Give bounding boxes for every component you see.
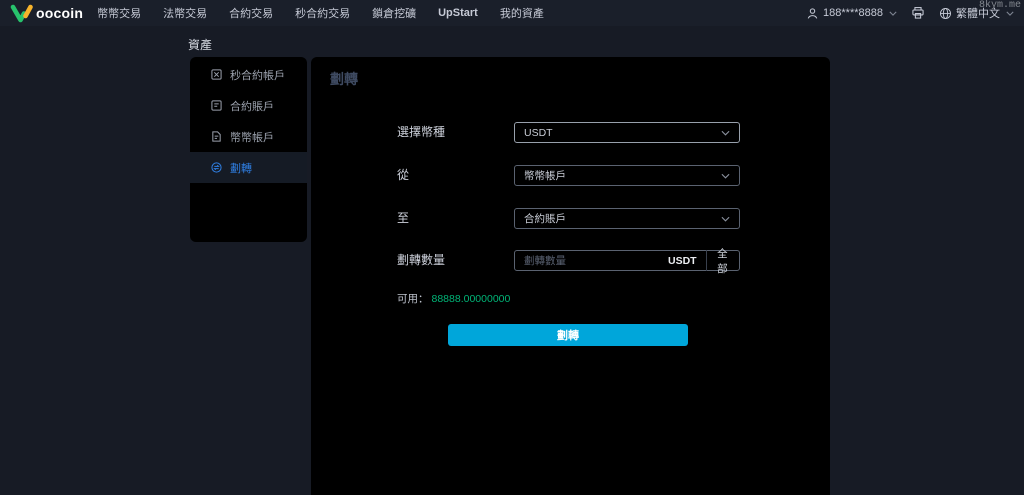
page: 8kym.me oocoin 幣幣交易 法幣交易 合約交易 秒合約交易 鎖倉挖礦… [0,0,1024,495]
available-label: 可用： [397,293,429,305]
top-nav: oocoin 幣幣交易 法幣交易 合約交易 秒合約交易 鎖倉挖礦 UpStart… [0,0,1024,26]
account-menu[interactable]: 188****8888 [806,7,897,20]
panel-title: 劃轉 [330,69,358,89]
to-account-select-value: 合約賬戶 [524,211,719,226]
globe-icon [939,7,952,20]
nav-item-lockup-mining[interactable]: 鎖倉挖礦 [372,5,416,21]
nav-item-my-assets[interactable]: 我的資產 [500,5,544,21]
chevron-down-icon [889,11,897,16]
transfer-panel: 劃轉 選擇幣種 USDT 從 幣幣帳戶 至 合約賬戶 劃轉數量 USDT [311,57,830,495]
nav-item-upstart[interactable]: UpStart [438,7,478,19]
to-account-select[interactable]: 合約賬戶 [514,208,740,229]
available-value: 88888.00000000 [432,293,511,305]
chevron-down-icon [1006,11,1014,16]
page-title: 資產 [188,36,212,53]
logo-v-icon [10,4,34,23]
sidebar-item-transfer[interactable]: 劃轉 [190,152,307,183]
sidebar-item-contract-account[interactable]: 合約賬戶 [190,90,307,121]
currency-label: 選擇幣種 [397,122,445,143]
contract-account-icon [211,100,222,111]
chevron-down-icon [721,130,730,136]
sidebar-item-label: 合約賬戶 [230,98,274,114]
printer-icon [911,6,925,20]
app-download-button[interactable] [911,6,925,20]
amount-input[interactable] [515,251,668,270]
available-balance: 可用：88888.00000000 [397,291,510,306]
seconds-contract-account-icon [211,69,222,80]
nav-item-contract-trade[interactable]: 合約交易 [229,5,273,21]
chevron-down-icon [721,173,730,179]
from-account-select[interactable]: 幣幣帳戶 [514,165,740,186]
currency-select-value: USDT [524,127,719,139]
to-label: 至 [397,208,409,229]
chevron-down-icon [721,216,730,222]
spot-account-icon [211,131,222,142]
user-icon [806,7,819,20]
sidebar-item-label: 劃轉 [230,160,252,176]
sidebar-item-seconds-contract-account[interactable]: 秒合約帳戶 [190,59,307,90]
account-number: 188****8888 [823,7,883,19]
from-account-select-value: 幣幣帳戶 [524,168,719,183]
logo-text: oocoin [36,5,83,21]
main-nav: 幣幣交易 法幣交易 合約交易 秒合約交易 鎖倉挖礦 UpStart 我的資產 [97,5,544,21]
amount-unit: USDT [668,255,697,267]
amount-field: USDT 全部 [514,250,740,271]
currency-select[interactable]: USDT [514,122,740,143]
nav-item-spot-trade[interactable]: 幣幣交易 [97,5,141,21]
amount-label: 劃轉數量 [397,250,445,271]
sidebar-item-label: 秒合約帳戶 [230,67,285,83]
sidebar-item-label: 幣幣帳戶 [230,129,274,145]
watermark: 8kym.me [979,0,1021,11]
sidebar-item-spot-account[interactable]: 幣幣帳戶 [190,121,307,152]
transfer-submit-button[interactable]: 劃轉 [448,324,688,346]
nav-item-fiat-trade[interactable]: 法幣交易 [163,5,207,21]
logo[interactable]: oocoin [10,4,83,23]
transfer-icon [211,162,222,173]
amount-all-button[interactable]: 全部 [706,246,739,276]
sidebar: 秒合約帳戶 合約賬戶 幣幣帳戶 [190,57,307,242]
from-label: 從 [397,165,409,186]
nav-item-seconds-contract-trade[interactable]: 秒合約交易 [295,5,350,21]
